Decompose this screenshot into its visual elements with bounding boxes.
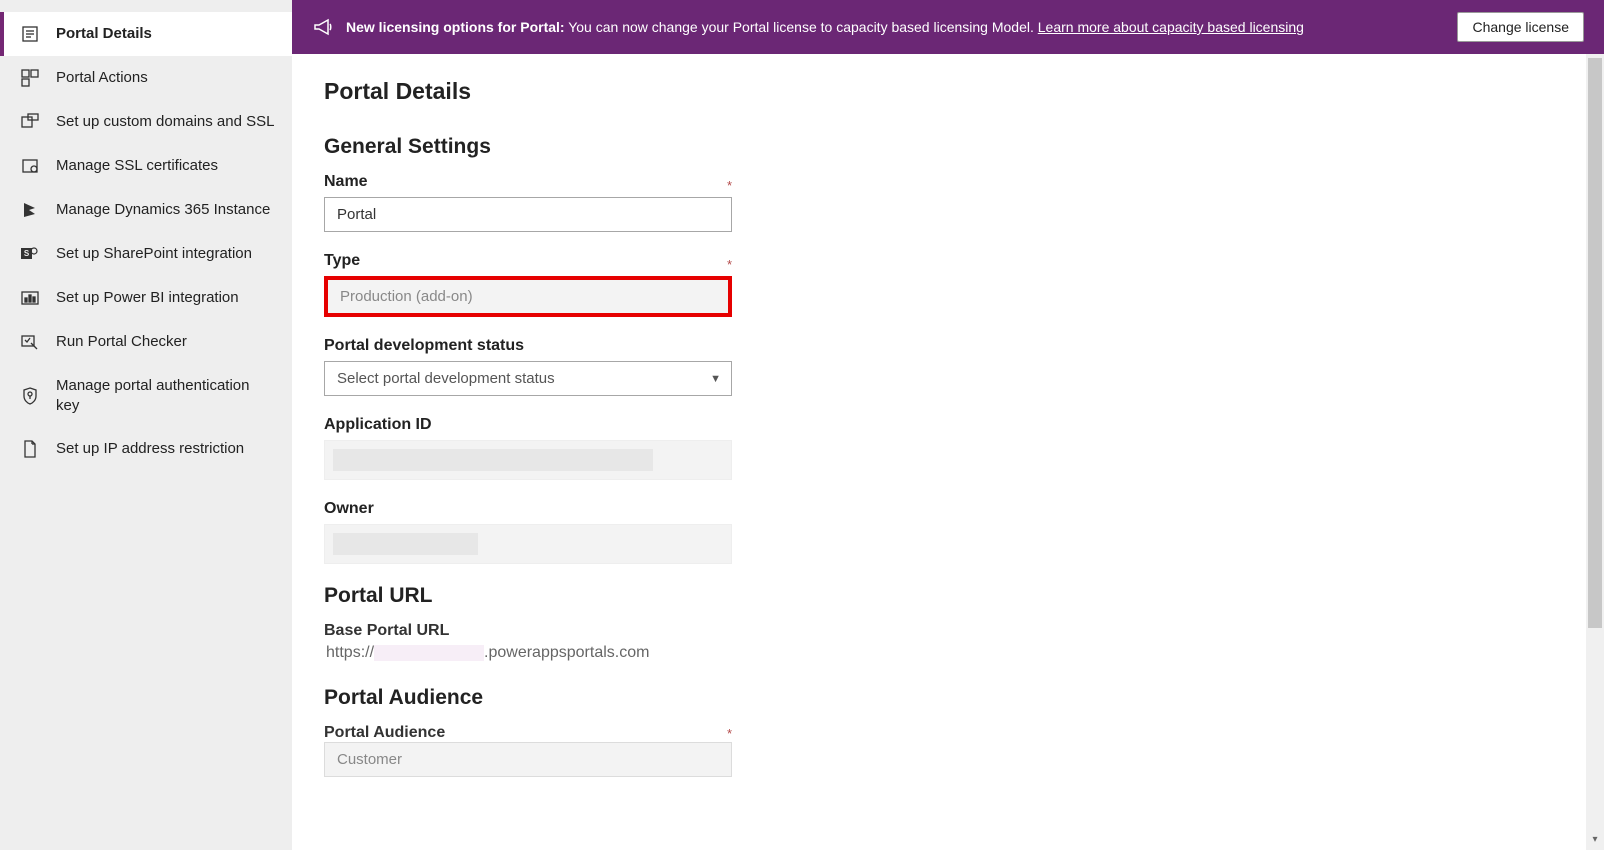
chevron-down-icon: ▼ <box>710 373 721 385</box>
sharepoint-icon: S <box>20 244 40 264</box>
app-id-value <box>324 440 732 480</box>
required-mark: * <box>727 178 732 193</box>
type-value-highlighted: Production (add-on) <box>324 276 732 317</box>
dev-status-placeholder: Select portal development status <box>337 370 555 387</box>
portal-audience-heading: Portal Audience <box>324 686 1572 710</box>
general-settings-heading: General Settings <box>324 135 1572 159</box>
change-license-button[interactable]: Change license <box>1457 12 1584 42</box>
sidebar-item-label: Set up custom domains and SSL <box>56 112 274 132</box>
sidebar-item-label: Portal Details <box>56 24 152 44</box>
url-suffix: .powerappsportals.com <box>484 644 649 661</box>
sidebar-item-portal-details[interactable]: Portal Details <box>0 12 292 56</box>
app-id-label: Application ID <box>324 416 1572 434</box>
base-url-label: Base Portal URL <box>324 622 449 639</box>
portal-url-heading: Portal URL <box>324 584 1572 608</box>
name-label: Name <box>324 173 368 191</box>
name-field: Name * <box>324 173 1572 232</box>
sidebar-item-label: Manage portal authentication key <box>56 376 276 415</box>
name-input[interactable] <box>324 197 732 232</box>
sidebar-item-dynamics-instance[interactable]: Manage Dynamics 365 Instance <box>0 188 292 232</box>
type-field: Type * Production (add-on) <box>324 252 1572 317</box>
powerbi-icon <box>20 288 40 308</box>
main-content: New licensing options for Portal: You ca… <box>292 0 1604 850</box>
sidebar-item-ip-restriction[interactable]: Set up IP address restriction <box>0 427 292 471</box>
owner-field: Owner <box>324 500 1572 564</box>
page-title: Portal Details <box>324 78 1572 105</box>
sidebar-item-sharepoint[interactable]: S Set up SharePoint integration <box>0 232 292 276</box>
domain-icon <box>20 112 40 132</box>
details-icon <box>20 24 40 44</box>
checker-icon <box>20 332 40 352</box>
sidebar-item-label: Set up IP address restriction <box>56 439 244 459</box>
banner-text: New licensing options for Portal: You ca… <box>346 19 1441 35</box>
dev-status-field: Portal development status Select portal … <box>324 337 1572 396</box>
banner-learn-more-link[interactable]: Learn more about capacity based licensin… <box>1038 19 1304 35</box>
banner-body-text: You can now change your Portal license t… <box>565 19 1038 35</box>
url-prefix: https:// <box>326 644 374 661</box>
owner-value <box>324 524 732 564</box>
sidebar-item-label: Portal Actions <box>56 68 148 88</box>
sidebar-item-auth-key[interactable]: Manage portal authentication key <box>0 364 292 427</box>
shield-icon <box>20 386 40 406</box>
required-mark: * <box>727 257 732 272</box>
content-area: Portal Details General Settings Name * T… <box>292 54 1604 850</box>
sidebar-item-label: Set up Power BI integration <box>56 288 239 308</box>
banner-bold-text: New licensing options for Portal: <box>346 19 565 35</box>
actions-icon <box>20 68 40 88</box>
sidebar-item-custom-domains[interactable]: Set up custom domains and SSL <box>0 100 292 144</box>
owner-label: Owner <box>324 500 1572 518</box>
sidebar-item-label: Manage Dynamics 365 Instance <box>56 200 270 220</box>
base-url-value: https:// .powerappsportals.com <box>324 640 1572 666</box>
sidebar-item-label: Set up SharePoint integration <box>56 244 252 264</box>
sidebar-item-portal-checker[interactable]: Run Portal Checker <box>0 320 292 364</box>
required-mark: * <box>727 726 732 741</box>
licensing-banner: New licensing options for Portal: You ca… <box>292 0 1604 54</box>
sidebar-item-powerbi[interactable]: Set up Power BI integration <box>0 276 292 320</box>
dynamics-icon <box>20 200 40 220</box>
sidebar: Portal Details Portal Actions Set up cus… <box>0 0 292 850</box>
url-redacted <box>374 645 484 661</box>
audience-label: Portal Audience <box>324 724 445 742</box>
svg-text:S: S <box>24 249 30 258</box>
sidebar-item-label: Run Portal Checker <box>56 332 187 352</box>
sidebar-item-label: Manage SSL certificates <box>56 156 218 176</box>
type-label: Type <box>324 252 360 270</box>
dev-status-label: Portal development status <box>324 337 1572 355</box>
audience-field: Portal Audience * Customer <box>324 724 1572 777</box>
audience-value: Customer <box>324 742 732 777</box>
scrollbar[interactable]: ▾ <box>1586 54 1604 850</box>
scroll-down-icon[interactable]: ▾ <box>1588 834 1602 848</box>
base-url-field: Base Portal URL https:// .powerappsportal… <box>324 622 1572 666</box>
sidebar-item-portal-actions[interactable]: Portal Actions <box>0 56 292 100</box>
megaphone-icon <box>312 16 334 38</box>
sidebar-item-ssl-certificates[interactable]: Manage SSL certificates <box>0 144 292 188</box>
app-id-field: Application ID <box>324 416 1572 480</box>
document-icon <box>20 439 40 459</box>
scrollbar-thumb[interactable] <box>1588 58 1602 628</box>
certificate-icon <box>20 156 40 176</box>
dev-status-select[interactable]: Select portal development status ▼ <box>324 361 732 396</box>
